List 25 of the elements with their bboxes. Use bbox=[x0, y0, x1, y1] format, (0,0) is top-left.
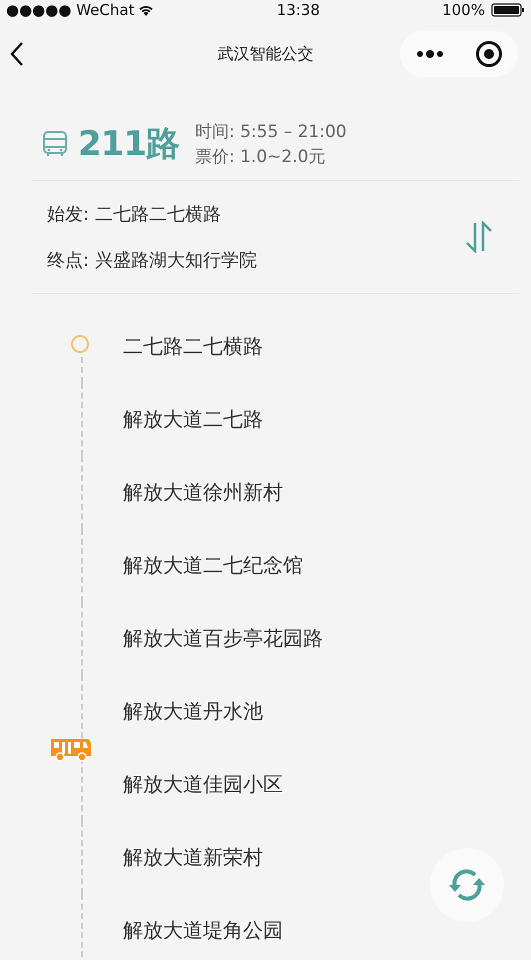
more-button[interactable] bbox=[416, 49, 444, 59]
start-marker bbox=[71, 335, 89, 353]
stop-name[interactable]: 二七路二七横路 bbox=[123, 333, 263, 360]
origin-text: 始发: 二七路二七横路 bbox=[47, 203, 222, 226]
wifi-icon bbox=[138, 4, 154, 16]
swap-direction-button[interactable] bbox=[465, 221, 493, 253]
battery-icon bbox=[490, 3, 525, 17]
stop-name[interactable]: 解放大道徐州新村 bbox=[123, 479, 283, 506]
fare-text: 票价: 1.0~2.0元 bbox=[194, 146, 326, 168]
carrier-text: ●●●●● WeChat bbox=[6, 1, 134, 19]
service-hours: 时间: 5:55 – 21:00 bbox=[194, 121, 347, 143]
terminus-text: 终点: 兴盛路湖大知行学院 bbox=[47, 249, 258, 272]
stop-name[interactable]: 解放大道堤角公园 bbox=[123, 917, 283, 944]
stop-name[interactable]: 解放大道佳园小区 bbox=[123, 771, 283, 798]
route-name: 211路 bbox=[78, 123, 179, 166]
battery-text: 100% bbox=[442, 1, 485, 19]
page-title: 武汉智能公交 bbox=[218, 44, 314, 64]
stop-name[interactable]: 解放大道二七路 bbox=[123, 406, 263, 433]
stop-name[interactable]: 解放大道丹水池 bbox=[123, 698, 263, 725]
stop-name[interactable]: 解放大道二七纪念馆 bbox=[123, 552, 303, 579]
stop-name[interactable]: 解放大道百步亭花园路 bbox=[123, 625, 323, 652]
stop-name[interactable]: 解放大道新荣村 bbox=[123, 844, 263, 871]
bus-icon bbox=[42, 130, 68, 158]
clock-text: 13:38 bbox=[276, 1, 320, 19]
close-button[interactable] bbox=[474, 40, 502, 68]
